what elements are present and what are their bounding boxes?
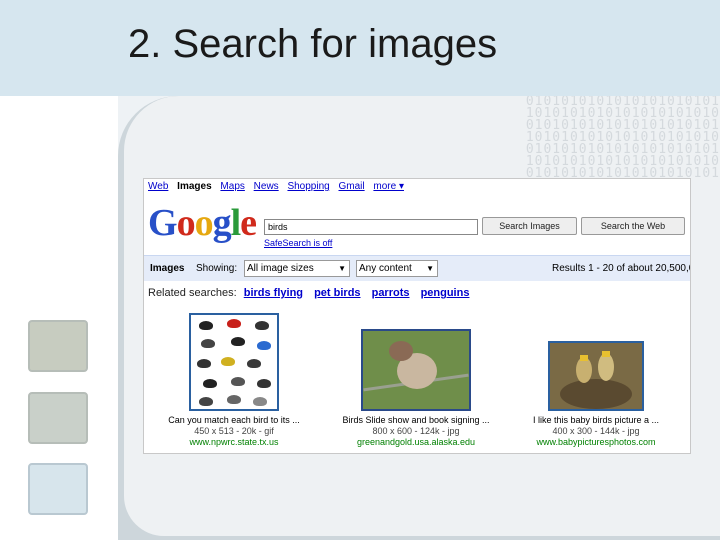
slide-title-bar: 2. Search for images <box>0 0 720 96</box>
related-searches: Related searches: birds flying pet birds… <box>148 287 477 299</box>
chevron-down-icon: ▼ <box>426 264 434 273</box>
nav-more[interactable]: more ▾ <box>373 181 404 192</box>
search-web-button[interactable]: Search the Web <box>581 217 685 235</box>
nav-images[interactable]: Images <box>177 181 211 192</box>
result-thumbnail-baby-birds-nest[interactable] <box>548 341 644 411</box>
nav-shopping[interactable]: Shopping <box>287 181 329 192</box>
results-count: Results 1 - 20 of about 20,500,0 <box>552 263 691 274</box>
search-images-button[interactable]: Search Images <box>482 217 577 235</box>
nav-web[interactable]: Web <box>148 181 168 192</box>
google-nav-bar: Web Images Maps News Shopping Gmail more… <box>148 181 410 192</box>
content-type-select[interactable]: Any content ▼ <box>356 260 438 277</box>
result-url: www.npwrc.state.tx.us <box>189 437 279 447</box>
nav-maps[interactable]: Maps <box>220 181 244 192</box>
safesearch-link[interactable]: SafeSearch is off <box>264 238 332 248</box>
chevron-down-icon: ▼ <box>338 264 346 273</box>
related-link-penguins[interactable]: penguins <box>421 287 470 299</box>
slide-title: 2. Search for images <box>128 22 498 66</box>
related-link-parrots[interactable]: parrots <box>372 287 410 299</box>
result-caption[interactable]: I like this baby birds picture a ... <box>506 415 686 426</box>
decorative-square-3 <box>28 463 88 515</box>
result-url: greenandgold.usa.alaska.edu <box>356 437 476 447</box>
toolbar-images-label: Images <box>150 263 185 274</box>
images-toolbar: Images Showing: All image sizes ▼ Any co… <box>144 255 691 281</box>
image-result: I like this baby birds picture a ... 400… <box>506 313 686 448</box>
google-logo[interactable]: Google <box>148 201 257 245</box>
related-searches-label: Related searches: <box>148 287 237 299</box>
nav-news[interactable]: News <box>254 181 279 192</box>
nav-gmail[interactable]: Gmail <box>339 181 365 192</box>
result-thumbnail-bird-on-wire[interactable] <box>361 329 471 411</box>
google-image-search-screenshot: Web Images Maps News Shopping Gmail more… <box>143 178 691 454</box>
result-thumbnail-bird-chart[interactable] <box>189 313 279 411</box>
result-meta: 800 x 600 - 124k - jpg <box>372 426 460 436</box>
result-caption[interactable]: Can you match each bird to its ... <box>144 415 324 426</box>
result-caption[interactable]: Birds Slide show and book signing ... <box>326 415 506 426</box>
result-url: www.babypicturesphotos.com <box>536 437 656 447</box>
image-size-select[interactable]: All image sizes ▼ <box>244 260 350 277</box>
related-link-birds-flying[interactable]: birds flying <box>244 287 303 299</box>
content-type-value: Any content <box>359 263 412 274</box>
image-result: Birds Slide show and book signing ... 80… <box>326 313 506 448</box>
result-meta: 450 x 513 - 20k - gif <box>194 426 274 436</box>
image-size-value: All image sizes <box>247 263 314 274</box>
toolbar-showing-label: Showing: <box>196 263 238 274</box>
result-meta: 400 x 300 - 144k - jpg <box>552 426 640 436</box>
decorative-square-2 <box>28 392 88 444</box>
search-input[interactable] <box>264 219 478 235</box>
related-link-pet-birds[interactable]: pet birds <box>314 287 360 299</box>
decorative-square-1 <box>28 320 88 372</box>
image-result: Can you match each bird to its ... 450 x… <box>144 313 324 448</box>
